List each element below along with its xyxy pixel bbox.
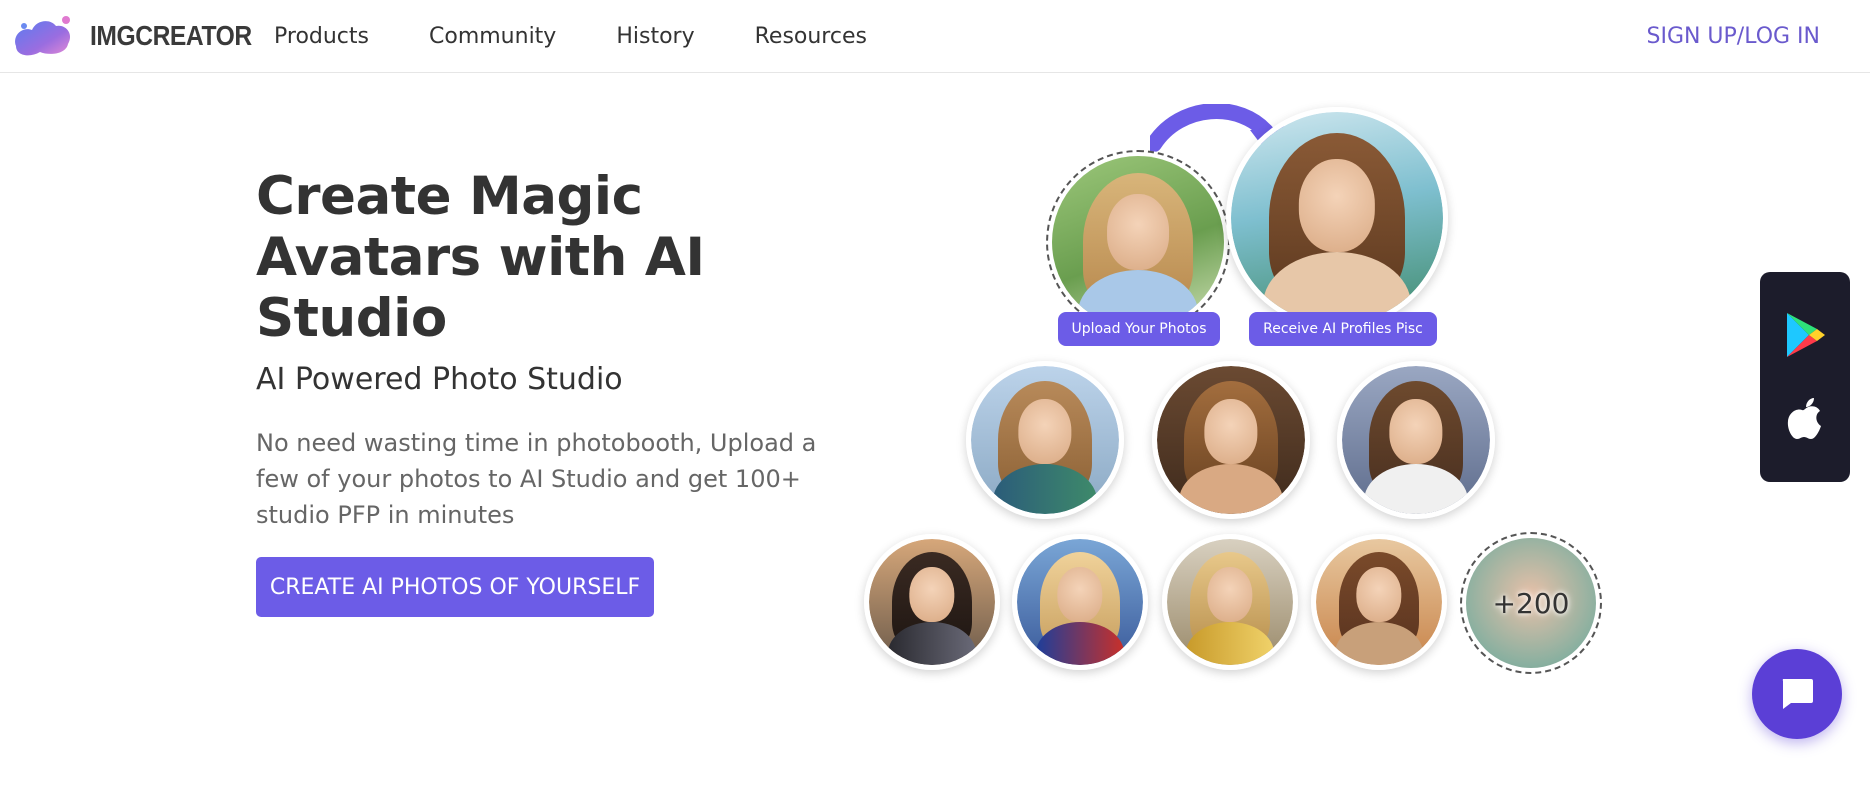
chat-button[interactable] [1752, 649, 1842, 739]
logo[interactable]: IMGCREATOR [10, 12, 274, 60]
signup-login-link[interactable]: SIGN UP/LOG IN [1646, 0, 1820, 73]
avatar-sample [1162, 534, 1298, 670]
create-ai-photos-button[interactable]: CREATE AI PHOTOS OF YOURSELF [256, 557, 654, 617]
google-play-icon[interactable] [1781, 311, 1829, 359]
chat-icon [1782, 679, 1813, 709]
hero-subtitle: AI Powered Photo Studio [256, 362, 623, 397]
ai-result-photo [1226, 107, 1448, 329]
more-avatars[interactable]: +200 [1460, 532, 1602, 674]
upload-photos-label: Upload Your Photos [1058, 312, 1220, 346]
top-nav: IMGCREATOR Products Community History Re… [0, 0, 1870, 73]
avatar-sample [1012, 534, 1148, 670]
main-nav: Products Community History Resources [274, 0, 927, 73]
nav-history[interactable]: History [616, 24, 694, 49]
avatar-sample [1337, 361, 1495, 519]
avatar-sample [864, 534, 1000, 670]
receive-profiles-label: Receive AI Profiles Pisc [1249, 312, 1437, 346]
avatar-sample [1152, 361, 1310, 519]
nav-community[interactable]: Community [429, 24, 556, 49]
app-store-panel [1760, 272, 1850, 482]
nav-resources[interactable]: Resources [755, 24, 867, 49]
nav-products[interactable]: Products [274, 24, 369, 49]
original-photo [1046, 150, 1230, 334]
apple-icon[interactable] [1781, 396, 1829, 444]
logo-text: IMGCREATOR [90, 20, 252, 51]
hero-title: Create Magic Avatars with AI Studio [256, 166, 705, 349]
hero-description: No need wasting time in photobooth, Uplo… [256, 429, 817, 529]
avatar-sample [1311, 534, 1447, 670]
more-count: +200 [1492, 586, 1570, 620]
avatar-sample [966, 361, 1124, 519]
logo-icon [15, 16, 71, 56]
